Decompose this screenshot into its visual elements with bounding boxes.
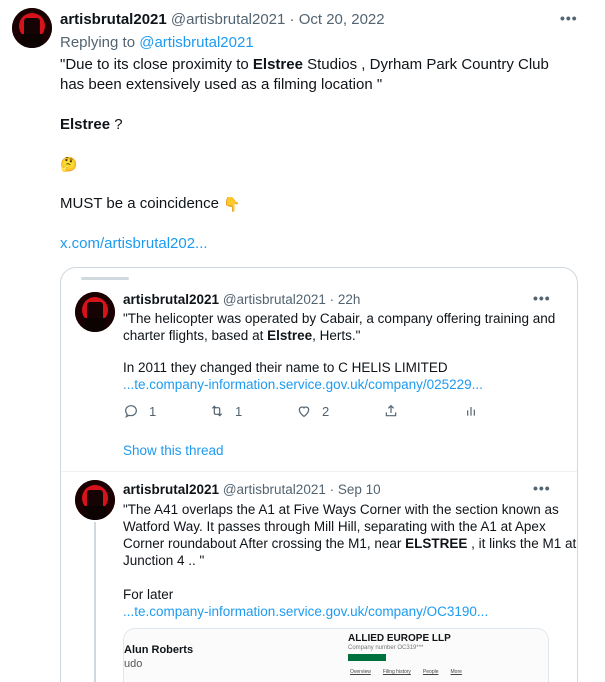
text-bold-segment: Elstree <box>252 56 303 73</box>
analytics-icon <box>467 407 475 416</box>
retweet-count: 1 <box>235 403 243 419</box>
tweet-link[interactable]: x.com/artisbrutal202... <box>60 234 208 254</box>
text-segment: MUST be a coincidence <box>60 195 224 212</box>
tweet-text-line: MUST be a coincidence 👇 <box>60 194 241 214</box>
display-name[interactable]: artisbrutal2021 <box>60 11 167 28</box>
thinking-face-icon: 🤔 <box>60 156 78 173</box>
quote-text-line: charter flights, based at Elstree, Herts… <box>123 327 360 345</box>
quote-text-line: "The helicopter was operated by Cabair, … <box>123 311 556 326</box>
text-bold-segment: Elstree <box>267 328 313 343</box>
handle[interactable]: @artisbrutal2021 <box>171 11 285 28</box>
link-preview-card[interactable]: Alun Roberts udo ALLIED EUROPE LLP Compa… <box>123 628 549 682</box>
retweet-button[interactable]: 1 <box>209 403 242 419</box>
pointing-down-icon: 👇 <box>223 196 241 213</box>
tweet-text-line: Elstree ? <box>60 115 123 135</box>
retweet-icon <box>211 405 223 417</box>
preview-tab: Filing history <box>382 669 411 675</box>
heart-icon <box>298 406 310 418</box>
text-segment: Studios , Dyrham Park Country Club <box>302 56 549 73</box>
reply-button[interactable]: 1 <box>123 403 156 419</box>
text-bold-segment: ELSTREE <box>405 536 468 551</box>
share-button[interactable] <box>383 403 399 419</box>
text-segment: ? <box>110 116 123 133</box>
tweet-header: artisbrutal2021 @artisbrutal2021 · Oct 2… <box>60 11 385 28</box>
tweet-date[interactable]: · Sep 10 <box>330 482 381 497</box>
analytics-button[interactable] <box>463 403 479 419</box>
avatar[interactable] <box>12 8 52 48</box>
preview-tab: Overview <box>350 669 371 675</box>
more-horizontal-icon[interactable]: ••• <box>560 10 578 26</box>
avatar[interactable] <box>75 292 115 332</box>
preview-person: Alun Roberts udo <box>124 643 193 671</box>
text-segment: Corner roundabout After crossing the M1,… <box>123 536 406 551</box>
quote-header: artisbrutal2021 @artisbrutal2021 · 22h <box>123 292 360 307</box>
thread-connector <box>94 522 96 682</box>
preview-company-title: ALLIED EUROPE LLP <box>348 633 451 644</box>
text-segment: , Herts." <box>312 328 361 343</box>
thinking-face-emoji: 🤔 <box>60 154 77 174</box>
handle[interactable]: @artisbrutal2021 <box>223 482 326 497</box>
divider <box>61 471 577 472</box>
tweet-date[interactable]: · 22h <box>330 292 361 307</box>
avatar[interactable] <box>75 480 115 520</box>
more-horizontal-icon[interactable]: ••• <box>533 480 551 496</box>
handle[interactable]: @artisbrutal2021 <box>223 292 326 307</box>
quote-text-line: "The A41 overlaps the A1 at Five Ways Co… <box>123 502 559 517</box>
text-segment: , it links the M1 at <box>467 536 577 551</box>
quote-text-line: Watford Way. It passes through Mill Hill… <box>123 519 546 534</box>
text-bold-segment: Elstree <box>60 116 111 133</box>
preview-tab: More <box>450 669 462 675</box>
action-bar: 1 1 2 <box>123 403 503 423</box>
quote-link[interactable]: ...te.company-information.service.gov.uk… <box>123 603 488 621</box>
more-horizontal-icon[interactable]: ••• <box>533 290 551 306</box>
like-button[interactable]: 2 <box>296 403 329 419</box>
preview-name: Alun Roberts <box>124 644 194 656</box>
reply-count: 1 <box>149 403 157 419</box>
quote-text-line: Junction 4 .. " <box>123 553 205 568</box>
replying-prefix: Replying to <box>60 34 136 51</box>
preview-follow-button <box>348 654 386 661</box>
replying-to: Replying to @artisbrutal2021 <box>60 34 254 51</box>
quote-header: artisbrutal2021 @artisbrutal2021 · Sep 1… <box>123 482 381 497</box>
quote-text-line: In 2011 they changed their name to C HEL… <box>123 360 448 375</box>
tweet-date[interactable]: · Oct 20, 2022 <box>290 11 385 28</box>
text-segment: "Due to its close proximity to <box>60 56 253 73</box>
tweet-text-line: "Due to its close proximity to Elstree S… <box>60 55 549 75</box>
preview-company-number: Company number OC319*** <box>348 645 424 651</box>
quoted-thread-card[interactable]: artisbrutal2021 @artisbrutal2021 · 22h •… <box>60 267 578 682</box>
preview-tab: People <box>422 669 439 675</box>
preview-tabs: Overview Filing history People More <box>350 669 462 675</box>
like-count: 2 <box>322 403 330 419</box>
card-indicator <box>81 277 129 280</box>
replying-mention[interactable]: @artisbrutal2021 <box>139 34 253 51</box>
preview-sub: udo <box>124 658 143 670</box>
reply-icon <box>125 405 137 418</box>
quote-text-line: For later <box>123 587 174 602</box>
tweet-page: artisbrutal2021 @artisbrutal2021 · Oct 2… <box>0 0 605 682</box>
show-thread-link[interactable]: Show this thread <box>123 443 224 458</box>
share-icon <box>385 404 397 417</box>
quote-link[interactable]: ...te.company-information.service.gov.uk… <box>123 376 483 394</box>
display-name[interactable]: artisbrutal2021 <box>123 292 219 307</box>
display-name[interactable]: artisbrutal2021 <box>123 482 219 497</box>
quote-text-line: Corner roundabout After crossing the M1,… <box>123 535 576 553</box>
tweet-text-line: has been extensively used as a filming l… <box>60 76 383 93</box>
text-segment: charter flights, based at <box>123 328 268 343</box>
